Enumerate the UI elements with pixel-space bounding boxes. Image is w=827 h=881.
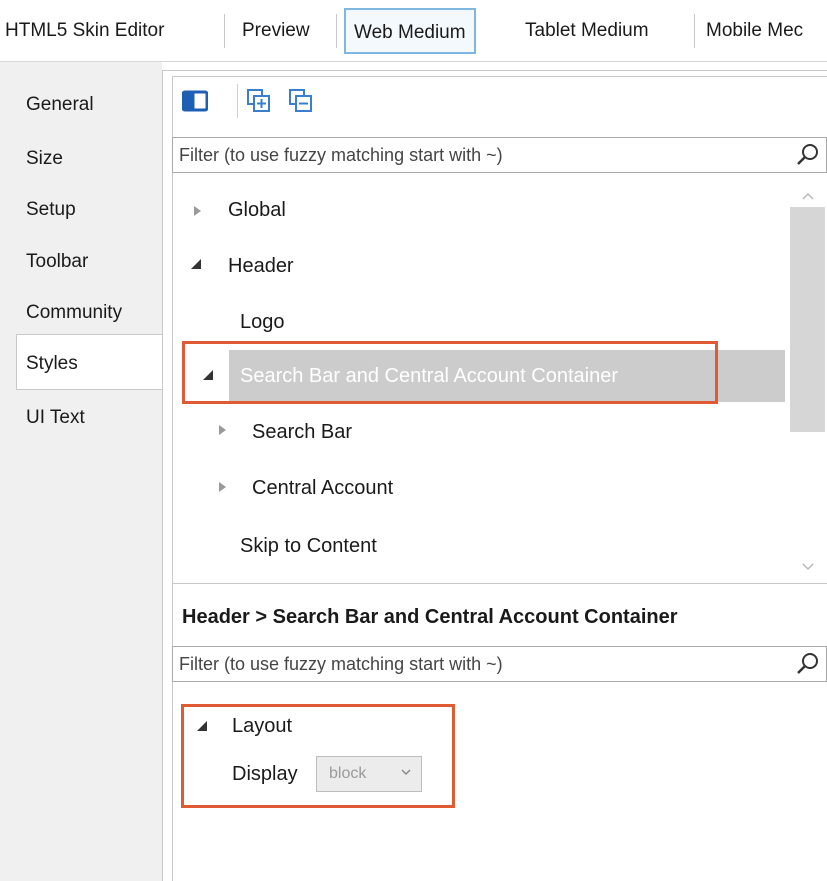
scroll-up-icon[interactable] xyxy=(802,192,814,200)
scrollbar-thumb[interactable] xyxy=(790,207,825,432)
styles-filter-input[interactable]: Filter (to use fuzzy matching start with… xyxy=(172,137,827,173)
properties-filter-input[interactable]: Filter (to use fuzzy matching start with… xyxy=(172,646,827,682)
filter-placeholder: Filter (to use fuzzy matching start with… xyxy=(179,145,503,165)
highlight-box-selected-item xyxy=(182,341,718,404)
expander-collapsed-icon[interactable] xyxy=(194,206,201,216)
side-tab-setup[interactable]: Setup xyxy=(26,199,76,221)
expander-collapsed-icon[interactable] xyxy=(219,482,226,492)
panel-toggle-icon[interactable] xyxy=(182,88,208,114)
content-border-top xyxy=(162,70,827,71)
side-tab-pane xyxy=(0,62,162,881)
tree-item-global[interactable]: Global xyxy=(228,199,286,222)
tab-tablet-medium[interactable]: Tablet Medium xyxy=(525,8,649,54)
side-tab-community[interactable]: Community xyxy=(26,302,122,324)
inner-border-top xyxy=(172,76,827,77)
side-tab-toolbar[interactable]: Toolbar xyxy=(26,251,88,273)
search-icon[interactable] xyxy=(796,652,820,676)
tree-item-logo[interactable]: Logo xyxy=(240,311,285,334)
side-tab-ui-text[interactable]: UI Text xyxy=(26,407,85,429)
expander-collapsed-icon[interactable] xyxy=(219,425,226,435)
side-tab-general[interactable]: General xyxy=(26,94,94,116)
scroll-down-icon[interactable] xyxy=(802,563,814,571)
tree-item-search-bar[interactable]: Search Bar xyxy=(252,421,352,444)
tab-web-medium[interactable]: Web Medium xyxy=(344,8,476,54)
expand-all-icon[interactable] xyxy=(246,88,272,114)
side-tab-size[interactable]: Size xyxy=(26,148,63,170)
tree-item-header[interactable]: Header xyxy=(228,255,294,278)
pane-divider xyxy=(172,583,827,584)
expander-expanded-icon[interactable] xyxy=(190,258,202,270)
content-border-left xyxy=(162,70,163,881)
filter-placeholder: Filter (to use fuzzy matching start with… xyxy=(179,654,503,674)
tab-separator xyxy=(336,14,337,48)
side-tab-styles[interactable]: Styles xyxy=(26,353,78,375)
highlight-box-layout xyxy=(181,704,455,808)
tab-preview[interactable]: Preview xyxy=(242,8,310,54)
toolbar-separator xyxy=(237,84,238,118)
tree-item-central-account[interactable]: Central Account xyxy=(252,477,393,500)
inner-border-left xyxy=(172,76,173,881)
collapse-all-icon[interactable] xyxy=(288,88,314,114)
tab-separator xyxy=(224,14,225,48)
properties-breadcrumb: Header > Search Bar and Central Account … xyxy=(182,606,678,628)
tab-mobile-medium[interactable]: Mobile Mec xyxy=(706,8,803,54)
tree-item-skip-to-content[interactable]: Skip to Content xyxy=(240,535,377,558)
tab-separator xyxy=(694,14,695,48)
tab-html5-skin-editor[interactable]: HTML5 Skin Editor xyxy=(5,8,164,54)
search-icon[interactable] xyxy=(796,143,820,167)
